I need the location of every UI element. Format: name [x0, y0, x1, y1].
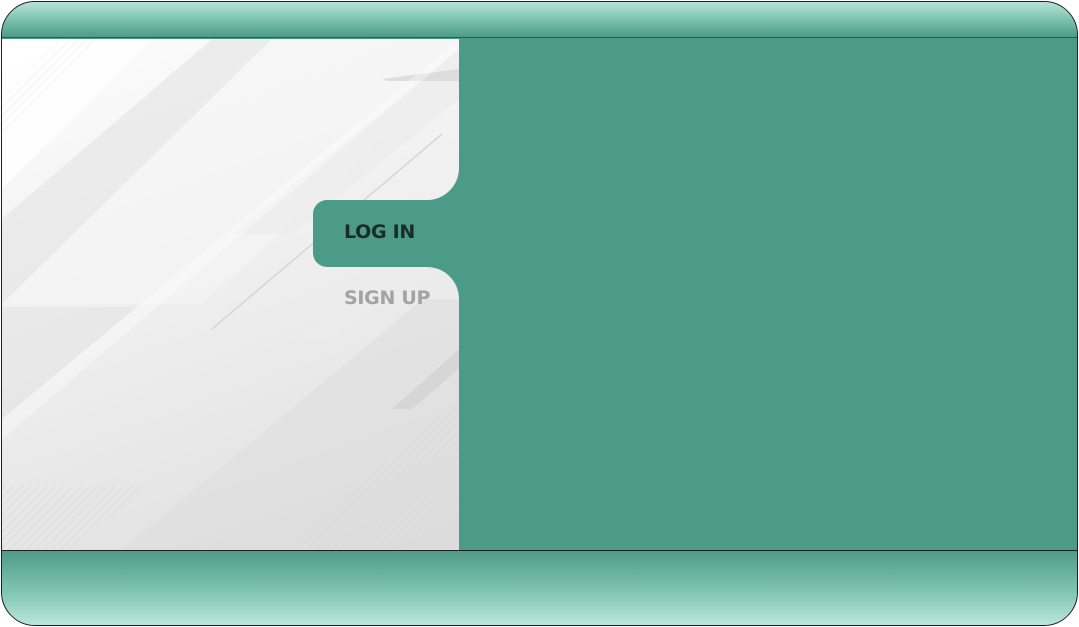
main-content-area	[459, 39, 1077, 550]
top-bar	[2, 2, 1077, 38]
app-window: LOG IN SIGN UP	[1, 1, 1078, 626]
bottom-bar	[2, 550, 1077, 625]
tab-curve-bottom	[427, 267, 459, 299]
tab-log-in-label[interactable]: LOG IN	[344, 221, 415, 243]
tab-curve-top	[427, 168, 459, 200]
tab-sign-up[interactable]: SIGN UP	[344, 287, 430, 309]
